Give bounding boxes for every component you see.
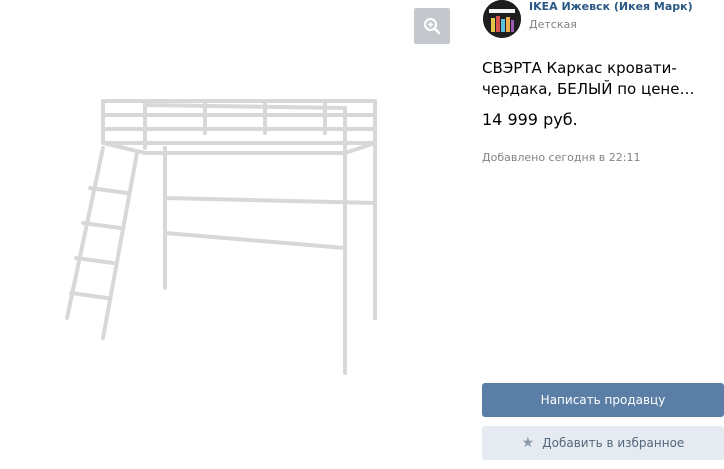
product-category: Детская bbox=[529, 18, 577, 31]
zoom-in-icon bbox=[424, 18, 441, 35]
added-timestamp: Добавлено сегодня в 22:11 bbox=[482, 151, 641, 164]
product-photo[interactable] bbox=[45, 53, 406, 414]
add-to-favorites-label: Добавить в избранное bbox=[542, 436, 685, 450]
add-to-favorites-button[interactable]: ★ Добавить в избранное bbox=[482, 426, 724, 460]
product-photo-viewer bbox=[0, 0, 468, 469]
star-icon: ★ bbox=[521, 435, 535, 451]
seller-avatar-image bbox=[483, 0, 521, 38]
contact-seller-button[interactable]: Написать продавцу bbox=[482, 383, 724, 417]
seller-name-link[interactable]: IKEA Ижевск (Икея Марк) bbox=[529, 0, 693, 14]
zoom-in-button[interactable] bbox=[414, 8, 450, 44]
seller-avatar[interactable] bbox=[483, 0, 521, 38]
product-title: СВЭРТА Каркас кровати-чердака, БЕЛЫЙ по … bbox=[482, 59, 680, 98]
product-price: 14 999 руб. bbox=[482, 110, 578, 129]
loft-bed-image bbox=[65, 99, 377, 375]
